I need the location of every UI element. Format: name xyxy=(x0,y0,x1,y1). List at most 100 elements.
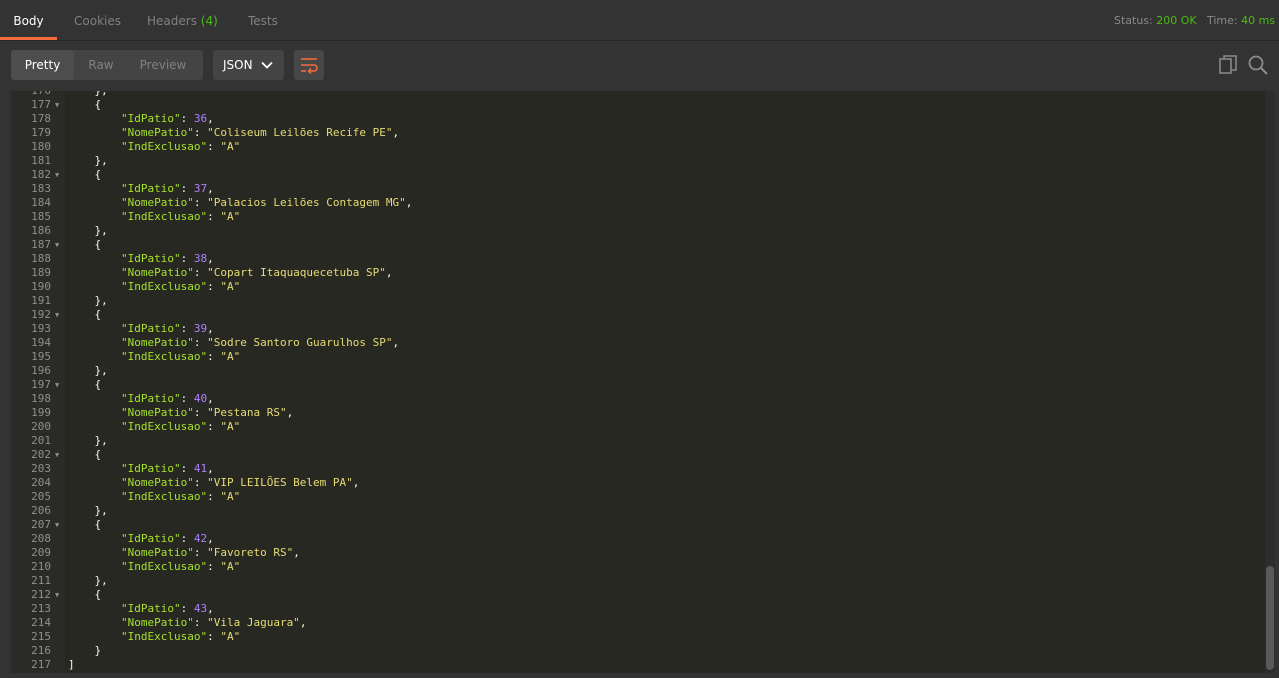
line-number: 196 xyxy=(31,364,51,377)
json-key: "IdPatio" xyxy=(120,112,181,125)
code-text: "IndExclusao": "A" xyxy=(68,350,240,364)
tab-body[interactable]: Body xyxy=(0,0,57,40)
json-key: "NomePatio" xyxy=(120,266,194,279)
tab-tests[interactable]: Tests xyxy=(248,0,278,40)
line-number: 185 xyxy=(31,210,51,223)
fold-arrow-icon[interactable]: ▼ xyxy=(55,588,59,602)
raw-button[interactable]: Raw xyxy=(78,50,124,80)
code-line: 186 }, xyxy=(11,224,1261,238)
code-line: 187 ▼ { xyxy=(11,238,1261,252)
tab-headers[interactable]: Headers (4) xyxy=(147,0,218,40)
line-number: 180 xyxy=(31,140,51,153)
format-select[interactable]: JSON xyxy=(213,50,284,80)
line-number: 204 xyxy=(31,476,51,489)
json-key: "IndExclusao" xyxy=(120,560,208,573)
code-line: 216 } xyxy=(11,644,1261,658)
code-text: "NomePatio": "Favoreto RS", xyxy=(68,546,300,560)
json-key: "IndExclusao" xyxy=(120,350,208,363)
json-colon: : xyxy=(193,126,208,139)
code-text: "IdPatio": 40, xyxy=(68,392,214,406)
json-colon: : xyxy=(193,196,208,209)
line-number: 190 xyxy=(31,280,51,293)
line-number: 205 xyxy=(31,490,51,503)
code-text: "IndExclusao": "A" xyxy=(68,630,240,644)
json-value: "A" xyxy=(220,210,241,223)
code-line: 201 }, xyxy=(11,434,1261,448)
code-text: "IndExclusao": "A" xyxy=(68,280,240,294)
json-key: "IndExclusao" xyxy=(120,280,208,293)
code-line: 213 "IdPatio": 43, xyxy=(11,602,1261,616)
json-key: "IndExclusao" xyxy=(120,140,208,153)
code-line: 210 "IndExclusao": "A" xyxy=(11,560,1261,574)
code-text: "NomePatio": "Pestana RS", xyxy=(68,406,293,420)
fold-arrow-icon[interactable]: ▼ xyxy=(55,98,59,112)
search-icon[interactable] xyxy=(1248,55,1268,75)
code-text: "NomePatio": "Coliseum Leilões Recife PE… xyxy=(68,126,399,140)
json-key: "IndExclusao" xyxy=(120,630,208,643)
wrap-lines-button[interactable] xyxy=(294,50,324,80)
fold-arrow-icon[interactable]: ▼ xyxy=(55,378,59,392)
json-key: "NomePatio" xyxy=(120,476,194,489)
fold-arrow-icon[interactable]: ▼ xyxy=(55,308,59,322)
fold-arrow-icon[interactable]: ▼ xyxy=(55,518,59,532)
code-text: "NomePatio": "Vila Jaguara", xyxy=(68,616,306,630)
json-comma: , xyxy=(207,392,214,405)
code-text: "NomePatio": "Copart Itaquaquecetuba SP"… xyxy=(68,266,393,280)
json-value: "Palacios Leilões Contagem MG" xyxy=(207,196,406,209)
json-key: "IdPatio" xyxy=(120,252,181,265)
tab-cookies[interactable]: Cookies xyxy=(74,0,121,40)
code-text: "IndExclusao": "A" xyxy=(68,140,240,154)
json-colon: : xyxy=(193,616,208,629)
line-number: 176 xyxy=(11,91,51,98)
fold-arrow-icon[interactable]: ▼ xyxy=(55,168,59,182)
json-comma: , xyxy=(405,196,413,209)
code-line: 214 "NomePatio": "Vila Jaguara", xyxy=(11,616,1261,630)
json-value: "A" xyxy=(220,140,241,153)
body-toolbar: Pretty Raw Preview JSON xyxy=(0,41,1279,90)
copy-icon[interactable] xyxy=(1219,55,1238,75)
line-number: 197 xyxy=(31,378,51,391)
code-text: "IndExclusao": "A" xyxy=(68,490,240,504)
json-comma: , xyxy=(207,112,214,125)
json-colon: : xyxy=(207,350,221,363)
line-number: 189 xyxy=(31,266,51,279)
json-colon: : xyxy=(180,392,194,405)
fold-arrow-icon[interactable]: ▼ xyxy=(55,448,59,462)
view-mode-switch: Pretty Raw Preview xyxy=(11,50,203,80)
code-text: } xyxy=(68,644,102,657)
json-comma: , xyxy=(286,406,294,419)
scrollbar-thumb[interactable] xyxy=(1266,566,1274,670)
code-line: 197 ▼ { xyxy=(11,378,1261,392)
line-number: 194 xyxy=(31,336,51,349)
line-number: 209 xyxy=(31,546,51,559)
code-text: "NomePatio": "Sodre Santoro Guarulhos SP… xyxy=(68,336,399,350)
code-text: }, xyxy=(68,574,108,587)
code-text: "IdPatio": 37, xyxy=(68,182,214,196)
code-line: 212 ▼ { xyxy=(11,588,1261,602)
format-select-value: JSON xyxy=(223,58,253,72)
code-text: { xyxy=(68,168,102,181)
preview-button[interactable]: Preview xyxy=(134,50,192,80)
line-number: 187 xyxy=(31,238,51,251)
json-colon: : xyxy=(193,546,208,559)
code-line: 199 "NomePatio": "Pestana RS", xyxy=(11,406,1261,420)
code-text: "NomePatio": "VIP LEILÕES Belem PA", xyxy=(68,476,359,490)
code-line: 184 "NomePatio": "Palacios Leilões Conta… xyxy=(11,196,1261,210)
json-comma: , xyxy=(207,532,214,545)
line-number: 177 xyxy=(31,98,51,111)
json-value: "A" xyxy=(220,350,241,363)
fold-arrow-icon[interactable]: ▼ xyxy=(55,238,59,252)
response-time: Time: 40 ms xyxy=(1207,0,1275,40)
json-key: "NomePatio" xyxy=(120,196,194,209)
response-body-editor[interactable]: 176 },177▼ {178 "IdPatio": 36,179 "NomeP… xyxy=(11,91,1275,673)
json-value: "Favoreto RS" xyxy=(207,546,294,559)
code-line: 200 "IndExclusao": "A" xyxy=(11,420,1261,434)
json-colon: : xyxy=(193,266,208,279)
code-text: "IdPatio": 39, xyxy=(68,322,214,336)
json-value: "A" xyxy=(220,560,241,573)
json-key: "IdPatio" xyxy=(120,462,181,475)
pretty-button[interactable]: Pretty xyxy=(11,50,74,80)
code-text: { xyxy=(68,448,102,461)
wrap-lines-icon xyxy=(301,58,318,74)
code-line: 206 }, xyxy=(11,504,1261,518)
